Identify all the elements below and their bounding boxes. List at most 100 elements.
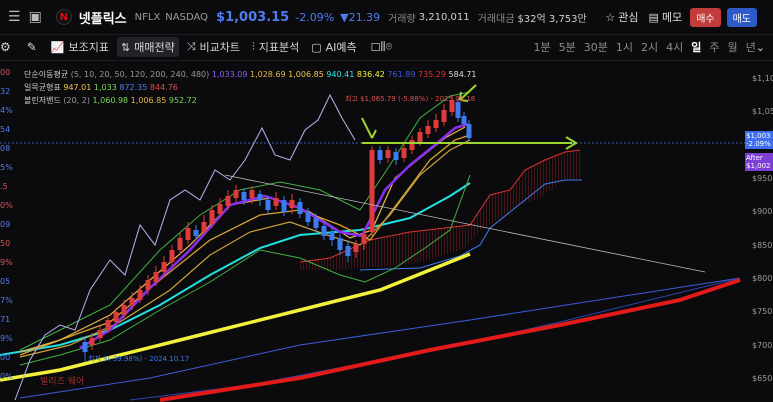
timeframe-30m[interactable]: 30분 (584, 39, 608, 55)
timeframe-1m[interactable]: 1분 (534, 39, 551, 55)
pencil-icon[interactable]: ✎ (27, 40, 37, 54)
candle (369, 150, 375, 232)
candle (153, 272, 159, 282)
timeframe-month[interactable]: 월 (728, 39, 738, 55)
ai-button[interactable]: ▢ AI예측 (307, 37, 360, 57)
strategy-button[interactable]: ⇅ 매매전략 (117, 37, 179, 57)
price-axis-label: $700.00 (752, 341, 773, 350)
left-axis-label: 4% (0, 106, 13, 115)
candle (177, 238, 183, 250)
left-axis: 00 32 4% 54 08 5% .5 0% 09 50 9% 05 7% 71 9% 00 0% (0, 60, 13, 402)
price-axis-label: $900.00 (752, 207, 773, 216)
ichimoku-label: 일목균형표 (24, 83, 61, 92)
ma-value: 761.89 (384, 70, 416, 79)
volume-value: 3,210,011 (418, 11, 470, 23)
candle (249, 190, 255, 198)
left-axis-label: 09 (0, 220, 11, 229)
settings-icon[interactable]: ⚙ (0, 40, 11, 54)
stock-name: 넷플릭스 (78, 11, 127, 27)
price-axis-label: $650.00 (752, 374, 773, 383)
ma-120-line (0, 252, 471, 382)
candle (409, 140, 415, 150)
current-price: $1,003.15 (216, 9, 290, 25)
candle (321, 226, 327, 236)
left-axis-label: 0% (0, 201, 13, 210)
candle (297, 202, 303, 214)
indicator-button[interactable]: 📈 보조지표 (47, 37, 113, 57)
ichimoku-legend-row: 일목균형표 947.01 1,033 872.35 844.76 (24, 81, 477, 94)
volume-label: 거래량 (388, 13, 416, 25)
timeframe-week[interactable]: 주 (709, 39, 719, 55)
netflix-logo: N (55, 9, 72, 25)
checkbox-icon[interactable]: ☐ (371, 41, 381, 54)
candle (377, 150, 383, 160)
left-axis-label: 32 (0, 87, 11, 96)
bollinger-value: 1,060.98 (92, 96, 129, 105)
candle (89, 338, 95, 345)
menu-icon[interactable]: ☰ (8, 9, 21, 25)
memo-label: 메모 (661, 11, 683, 24)
after-hours-price: $1,002 (746, 162, 771, 170)
candle (461, 116, 467, 124)
ichimoku-value: 947.01 (63, 83, 92, 92)
candle (345, 246, 351, 256)
left-axis-label: 54 (0, 125, 11, 134)
strategy-icon: ⇅ (121, 40, 131, 54)
memo-button[interactable]: ▤ 메모 (649, 9, 683, 25)
timeframe-1h[interactable]: 1시 (616, 39, 633, 55)
watchlist-label: 관심 (618, 11, 639, 24)
amount-label: 거래대금 (477, 13, 515, 25)
timeframe-5m[interactable]: 5분 (559, 39, 576, 55)
compare-button[interactable]: ⤨ 비교차트 (183, 37, 244, 57)
candle (393, 152, 399, 160)
timeframe-2h[interactable]: 2시 (641, 39, 658, 55)
candle (233, 190, 239, 198)
left-axis-label: 71 (0, 315, 11, 324)
candle (209, 210, 215, 224)
left-axis-label: 08 (0, 144, 11, 153)
ma-value: 1,033.09 (211, 70, 248, 79)
chevron-down-icon[interactable]: ⌄ (756, 41, 765, 54)
buy-button[interactable]: 매수 (690, 7, 721, 27)
analysis-icon: ⫶ (252, 40, 255, 53)
compare-icon: ⤨ (186, 40, 196, 53)
ichimoku-value: 1,033 (91, 83, 117, 92)
change-amount: ▼21.39 (340, 10, 381, 24)
analysis-button[interactable]: ⫶ 지표분석 (248, 37, 303, 57)
candle (433, 120, 439, 128)
top-bar: ☰ ▣ N 넷플릭스 NFLX NASDAQ $1,003.15 -2.09% … (0, 0, 773, 35)
left-axis-label: 9% (0, 258, 13, 267)
candle (281, 200, 287, 212)
bollinger-value: 1,006.85 (128, 96, 167, 105)
price-axis-label: $800.00 (752, 274, 773, 283)
bollinger-params: (20, 2) (63, 96, 90, 105)
candle (313, 218, 319, 228)
timeframe-4h[interactable]: 4시 (666, 39, 683, 55)
candle (417, 132, 423, 142)
left-check-arrow (361, 117, 377, 139)
sell-button[interactable]: 매도 (726, 7, 757, 27)
strategy-label: 매매전략 (134, 41, 175, 54)
watchlist-button[interactable]: ☆ 관심 (605, 9, 638, 25)
candle (337, 238, 343, 250)
left-axis-label: 50 (0, 239, 11, 248)
ichimoku-value: 872.35 (116, 83, 148, 92)
ma-value: 584.71 (445, 70, 477, 79)
left-axis-label: 5% (0, 163, 13, 172)
price-axis-label: $1,050 (752, 107, 773, 116)
current-price-tag-change: -2.09% (746, 140, 771, 148)
indicator-label: 보조지표 (68, 41, 110, 54)
left-axis-label: 0% (0, 372, 13, 381)
camera-icon[interactable]: ⌾ (386, 40, 393, 54)
sidebar-toggle-icon[interactable]: ▣ (29, 9, 42, 25)
ma-legend-row: 단순이동평균 (5, 10, 20, 50, 120, 200, 240, 48… (24, 68, 477, 81)
left-axis-label: 00 (0, 68, 11, 77)
timeframe-day[interactable]: 일 (691, 39, 701, 55)
ma-value: 1,006.85 (285, 70, 324, 79)
candle (305, 212, 311, 222)
timeframe-year[interactable]: 년 (746, 39, 756, 55)
current-price-tag-value: $1,003 (746, 132, 771, 140)
low-price-annotation: 최저 $(-39.98%) - 2024.10.17 (88, 354, 189, 363)
price-chart[interactable]: 최고 $1,065.79 (-5.88%) - 2025.02.18최저 $(-… (0, 60, 773, 402)
candle (201, 222, 207, 232)
